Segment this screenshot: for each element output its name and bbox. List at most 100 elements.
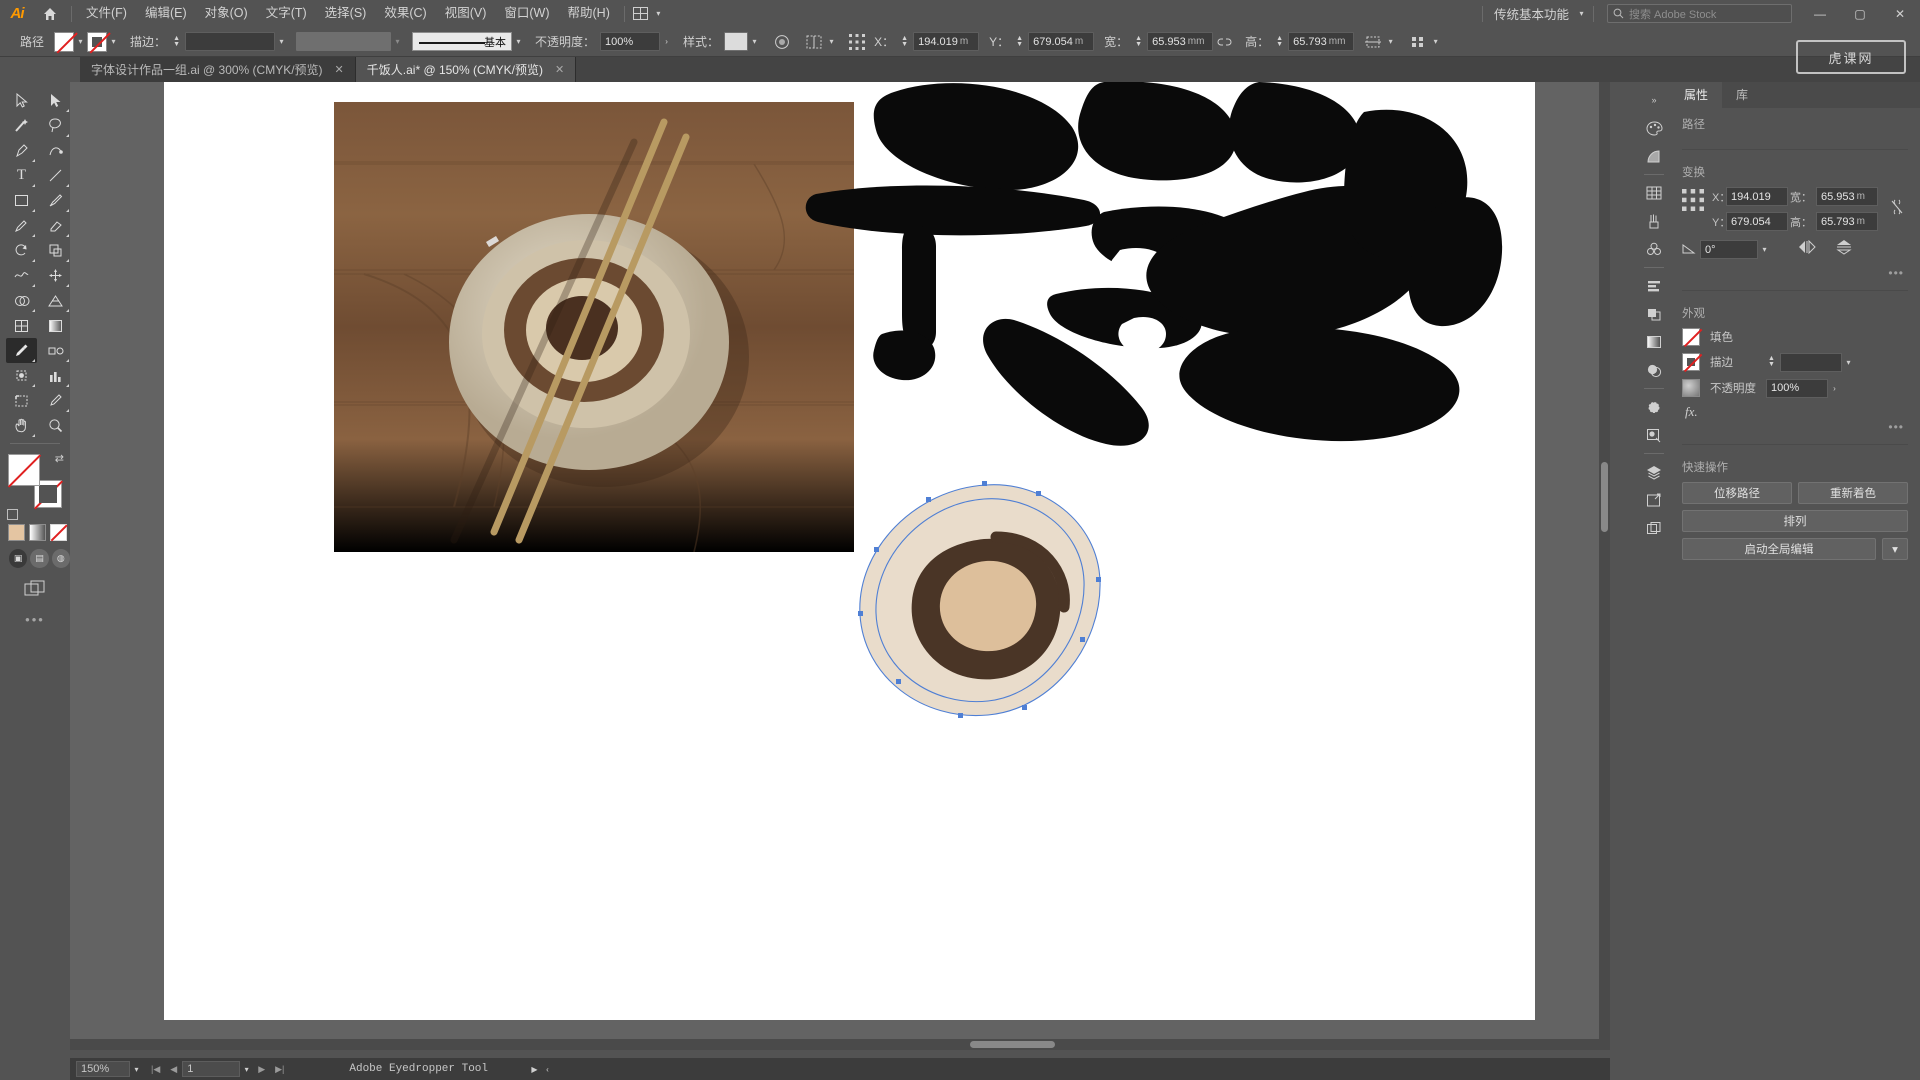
color-guide-icon[interactable] bbox=[1640, 142, 1668, 170]
window-minimize-button[interactable]: — bbox=[1800, 0, 1840, 27]
free-transform-tool[interactable] bbox=[40, 263, 71, 288]
zoom-level-input[interactable]: 150% bbox=[76, 1061, 130, 1077]
appearance-stroke-swatch[interactable] bbox=[1682, 353, 1703, 372]
fill-swatch-none[interactable] bbox=[7, 454, 41, 488]
search-input[interactable]: 搜索 Adobe Stock bbox=[1607, 4, 1792, 23]
document-tab-1[interactable]: 字体设计作品一组.ai @ 300% (CMYK/预览) ✕ bbox=[80, 57, 356, 82]
brushes-panel-icon[interactable] bbox=[1640, 207, 1668, 235]
color-mode-gradient[interactable] bbox=[29, 524, 46, 541]
status-expand-icon[interactable]: ▶ bbox=[528, 1059, 541, 1079]
workspace-name[interactable]: 传统基本功能 bbox=[1488, 4, 1575, 23]
paintbrush-tool[interactable] bbox=[40, 188, 71, 213]
fill-color-swatch[interactable] bbox=[54, 31, 78, 53]
opacity-input[interactable]: 100% bbox=[600, 32, 661, 51]
screen-mode-button[interactable] bbox=[0, 580, 70, 598]
link-broken-icon[interactable] bbox=[1886, 199, 1908, 215]
style-caret-icon[interactable]: ▾ bbox=[748, 32, 761, 52]
swap-fill-stroke-icon[interactable]: ⇄ bbox=[55, 452, 64, 465]
align-panel-icon[interactable] bbox=[1640, 272, 1668, 300]
window-close-button[interactable]: ✕ bbox=[1880, 0, 1920, 27]
rail-collapse-icon[interactable]: » bbox=[1640, 86, 1668, 114]
tab-libraries[interactable]: 库 bbox=[1722, 82, 1762, 108]
brush-definition-preview[interactable]: 基本 bbox=[412, 32, 513, 51]
offset-path-button[interactable]: 位移路径 bbox=[1682, 482, 1792, 504]
artboard-number-caret-icon[interactable]: ▾ bbox=[240, 1059, 253, 1079]
transparency-panel-icon[interactable] bbox=[1640, 356, 1668, 384]
hand-tool[interactable] bbox=[6, 413, 37, 438]
flip-horizontal-icon[interactable] bbox=[1797, 239, 1817, 259]
arrange-documents-icon[interactable] bbox=[630, 4, 652, 24]
lasso-tool[interactable] bbox=[40, 113, 71, 138]
canvas-horizontal-scroll-thumb[interactable] bbox=[970, 1041, 1055, 1048]
gradient-tool[interactable] bbox=[40, 313, 71, 338]
stroke-color-swatch[interactable] bbox=[87, 31, 111, 53]
color-mode-none[interactable] bbox=[50, 524, 68, 542]
menu-file[interactable]: 文件(F) bbox=[77, 0, 136, 27]
layers-panel-icon[interactable] bbox=[1640, 458, 1668, 486]
rotation-angle-caret-icon[interactable]: ▾ bbox=[1758, 240, 1771, 260]
document-tab-2-close-icon[interactable]: ✕ bbox=[555, 63, 564, 76]
canvas-vertical-scrollbar[interactable] bbox=[1599, 82, 1610, 1050]
draw-inside-mode[interactable]: ◍ bbox=[51, 549, 70, 568]
appearance-fill-swatch[interactable] bbox=[1682, 328, 1703, 347]
menu-select[interactable]: 选择(S) bbox=[316, 0, 376, 27]
zoom-level-caret-icon[interactable]: ▾ bbox=[130, 1059, 143, 1079]
blend-tool[interactable] bbox=[40, 338, 71, 363]
color-panel-icon[interactable] bbox=[1640, 114, 1668, 142]
artboard-number-input[interactable]: 1 bbox=[182, 1061, 241, 1077]
placed-photo-bowl-on-wood[interactable] bbox=[334, 102, 854, 552]
draw-normal-mode[interactable]: ▣ bbox=[9, 549, 28, 568]
menu-effect[interactable]: 效果(C) bbox=[375, 0, 435, 27]
status-collapse-icon[interactable]: ‹ bbox=[541, 1059, 554, 1079]
opacity-expand-icon[interactable]: › bbox=[660, 32, 673, 52]
constrain-proportions-icon[interactable] bbox=[1213, 32, 1235, 52]
arrange-caret-icon[interactable]: ▾ bbox=[652, 4, 665, 24]
stroke-weight-stepper[interactable]: ▲ ▼ bbox=[171, 35, 182, 48]
shaper-pencil-tool[interactable] bbox=[6, 213, 37, 238]
column-graph-tool[interactable] bbox=[40, 363, 71, 388]
menu-view[interactable]: 视图(V) bbox=[436, 0, 496, 27]
bowl-vector-object[interactable] bbox=[846, 477, 1126, 742]
rectangle-tool[interactable] bbox=[6, 188, 37, 213]
menu-object[interactable]: 对象(O) bbox=[196, 0, 257, 27]
artboard-nav-last[interactable]: ▶| bbox=[275, 1064, 284, 1075]
shape-builder-tool[interactable] bbox=[6, 288, 37, 313]
direct-selection-tool[interactable] bbox=[40, 88, 71, 113]
transform-reference-point-icon[interactable] bbox=[846, 32, 868, 52]
swatches-panel-icon[interactable] bbox=[1640, 179, 1668, 207]
menu-help[interactable]: 帮助(H) bbox=[559, 0, 619, 27]
pathfinder-panel-icon[interactable] bbox=[1640, 300, 1668, 328]
more-options-icon[interactable] bbox=[1407, 32, 1429, 52]
window-maximize-button[interactable]: ▢ bbox=[1840, 0, 1880, 27]
appearance-fx-button[interactable]: fx. bbox=[1685, 404, 1908, 420]
selection-tool[interactable] bbox=[6, 88, 37, 113]
artboard-nav-next[interactable]: ▶ bbox=[258, 1064, 265, 1075]
reference-point-selector[interactable] bbox=[1682, 189, 1704, 216]
default-fill-stroke-icon[interactable] bbox=[7, 509, 18, 520]
y-input[interactable]: 679.054 m bbox=[1028, 32, 1095, 51]
height-stepper[interactable]: ▲ ▼ bbox=[1274, 35, 1285, 48]
mesh-tool[interactable] bbox=[6, 313, 37, 338]
artboard-tool[interactable] bbox=[6, 388, 37, 413]
appearance-stroke-stepper[interactable]: ▲ ▼ bbox=[1766, 355, 1777, 368]
more-options-caret-icon[interactable]: ▾ bbox=[1429, 32, 1442, 52]
stroke-weight-input[interactable] bbox=[185, 32, 276, 51]
canvas-horizontal-scrollbar[interactable] bbox=[70, 1039, 1610, 1050]
width-warp-tool[interactable] bbox=[6, 263, 37, 288]
transform-height-input[interactable]: 65.793 m bbox=[1816, 212, 1878, 231]
appearance-more-options[interactable]: ••• bbox=[1682, 420, 1908, 434]
brush-definition-caret-icon[interactable]: ▾ bbox=[512, 32, 525, 52]
transform-caret-icon[interactable]: ▾ bbox=[1384, 32, 1397, 52]
workspace-caret-icon[interactable]: ▾ bbox=[1575, 4, 1588, 24]
transform-panel-icon[interactable] bbox=[1362, 32, 1384, 52]
width-stepper[interactable]: ▲ ▼ bbox=[1133, 35, 1144, 48]
rotation-angle-input[interactable]: 0° bbox=[1700, 240, 1758, 259]
document-tab-1-close-icon[interactable]: ✕ bbox=[335, 63, 344, 76]
line-segment-tool[interactable] bbox=[40, 163, 71, 188]
menu-type[interactable]: 文字(T) bbox=[257, 0, 316, 27]
document-tab-2[interactable]: 千饭人.ai* @ 150% (CMYK/预览) ✕ bbox=[355, 57, 577, 82]
eyedropper-tool[interactable] bbox=[6, 338, 37, 363]
menu-edit[interactable]: 编辑(E) bbox=[136, 0, 196, 27]
menu-window[interactable]: 窗口(W) bbox=[495, 0, 558, 27]
start-global-edit-caret-icon[interactable]: ▾ bbox=[1882, 538, 1908, 560]
